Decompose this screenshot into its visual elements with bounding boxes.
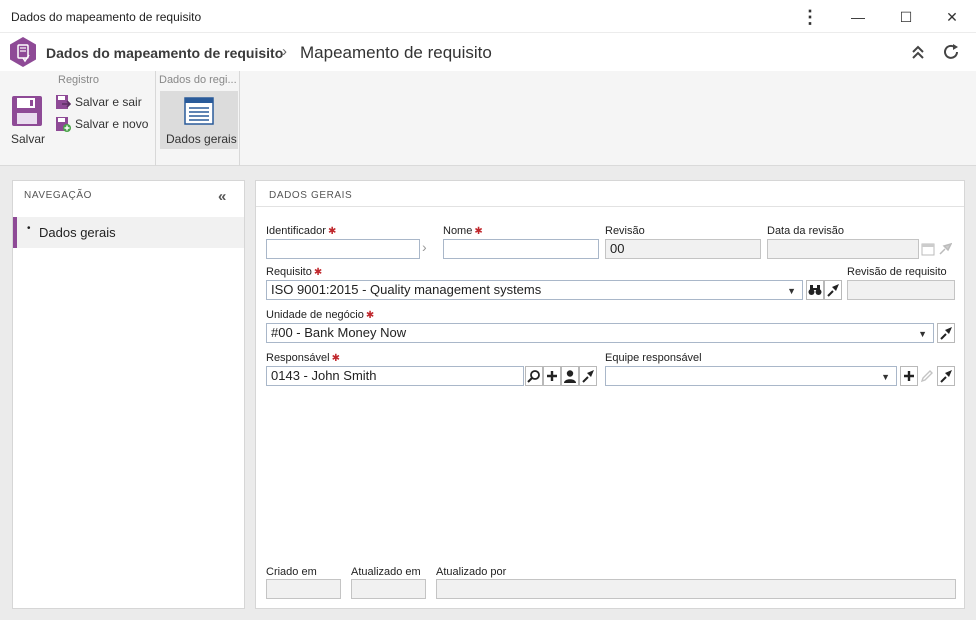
bullet-icon: • <box>27 223 31 234</box>
navigation-panel: NAVEGAÇÃO « • Dados gerais <box>12 180 245 609</box>
save-label: Salvar <box>11 132 46 146</box>
user-icon <box>564 370 576 383</box>
revisao-requisito-label: Revisão de requisito <box>847 266 947 278</box>
equipe-responsavel-select[interactable]: ▼ <box>605 366 897 386</box>
save-and-new-button[interactable]: Salvar e novo <box>54 115 150 133</box>
clear-date-icon <box>938 242 953 259</box>
ribbon-group-registro: Registro <box>58 74 99 86</box>
add-equipe-button[interactable] <box>900 366 918 386</box>
required-icon: ✱ <box>327 226 337 237</box>
window-menu-button[interactable]: ⋮ <box>788 4 832 30</box>
save-new-icon <box>55 116 71 135</box>
general-data-panel: DADOS GERAIS Identificador ✱ › Nome ✱ Revi… <box>255 180 965 609</box>
general-data-label: Dados gerais <box>166 132 237 146</box>
clear-responsavel-button[interactable] <box>579 366 597 386</box>
broom-icon <box>940 370 952 383</box>
data-revisao-label: Data da revisão <box>767 225 845 237</box>
broom-icon <box>582 370 594 383</box>
plus-icon <box>547 371 557 381</box>
panel-divider <box>256 206 964 207</box>
chevron-down-icon: ▼ <box>918 329 927 339</box>
nav-item-general-data[interactable]: • Dados gerais <box>13 217 244 248</box>
responsavel-field[interactable]: 0143 - John Smith <box>266 366 524 386</box>
clear-requisito-button[interactable] <box>824 280 842 300</box>
broom-icon <box>827 284 839 297</box>
app-logo-icon <box>8 36 38 71</box>
next-identifier-icon[interactable]: › <box>422 239 436 259</box>
revisao-label: Revisão <box>605 225 645 237</box>
requisito-value: ISO 9001:2015 - Quality management syste… <box>271 282 542 297</box>
nav-item-label: Dados gerais <box>39 225 116 240</box>
criado-em-field <box>266 579 341 599</box>
save-button[interactable]: Salvar <box>8 95 46 147</box>
window-titlebar: Dados do mapeamento de requisito ⋮ — ☐ ✕ <box>0 0 976 33</box>
atualizado-por-field <box>436 579 956 599</box>
refresh-icon[interactable] <box>942 43 960 64</box>
chevron-down-icon: ▼ <box>881 372 890 382</box>
save-and-new-label: Salvar e novo <box>75 117 149 131</box>
page-title: Mapeamento de requisito <box>300 43 492 62</box>
close-button[interactable]: ✕ <box>930 4 974 30</box>
form-document-icon <box>184 97 214 128</box>
maximize-button[interactable]: ☐ <box>884 4 928 30</box>
floppy-disk-icon <box>11 95 43 130</box>
user-responsavel-button[interactable] <box>561 366 579 386</box>
search-icon <box>527 370 540 383</box>
required-icon: ✱ <box>313 267 323 278</box>
collapse-navigation-icon[interactable]: « <box>218 188 226 205</box>
ribbon-separator <box>155 71 156 166</box>
required-icon: ✱ <box>474 226 483 237</box>
save-and-exit-button[interactable]: Salvar e sair <box>54 93 150 111</box>
atualizado-por-label: Atualizado por <box>436 566 507 578</box>
plus-icon <box>904 371 914 381</box>
ribbon-toolbar: Registro Dados do regi... Salvar Salvar … <box>0 71 976 166</box>
calendar-icon <box>921 242 935 259</box>
edit-equipe-icon <box>920 369 934 386</box>
ribbon-group-dados: Dados do regi... <box>159 74 237 86</box>
responsavel-label: Responsável ✱ <box>266 352 340 364</box>
requisito-label: Requisito ✱ <box>266 266 323 278</box>
identificador-label: Identificador ✱ <box>266 225 337 237</box>
search-responsavel-button[interactable] <box>525 366 543 386</box>
clear-unidade-button[interactable] <box>937 323 955 343</box>
window-title: Dados do mapeamento de requisito <box>11 10 202 24</box>
ribbon-separator <box>239 71 240 166</box>
atualizado-em-field <box>351 579 426 599</box>
save-and-exit-label: Salvar e sair <box>75 95 142 109</box>
criado-em-label: Criado em <box>266 566 317 578</box>
minimize-button[interactable]: — <box>836 4 880 30</box>
binoculars-button[interactable] <box>806 280 824 300</box>
atualizado-em-label: Atualizado em <box>351 566 421 578</box>
unidade-negocio-label: Unidade de negócio ✱ <box>266 309 375 321</box>
page-header: Dados do mapeamento de requisito › Mapea… <box>0 33 976 71</box>
data-revisao-field <box>767 239 919 259</box>
unidade-value: #00 - Bank Money Now <box>271 325 407 340</box>
add-responsavel-button[interactable] <box>543 366 561 386</box>
collapse-header-icon[interactable] <box>911 44 925 63</box>
identificador-field[interactable] <box>266 239 420 259</box>
clear-equipe-button[interactable] <box>937 366 955 386</box>
binoculars-icon <box>808 285 822 295</box>
required-icon: ✱ <box>365 310 375 321</box>
tab-general-data[interactable]: Dados gerais <box>160 91 238 149</box>
navigation-title: NAVEGAÇÃO <box>24 190 93 201</box>
unidade-negocio-select[interactable]: #00 - Bank Money Now ▼ <box>266 323 934 343</box>
nome-field[interactable] <box>443 239 599 259</box>
equipe-responsavel-label: Equipe responsável <box>605 352 702 364</box>
chevron-down-icon: ▼ <box>787 286 796 296</box>
general-data-title: DADOS GERAIS <box>269 190 353 201</box>
revisao-requisito-field <box>847 280 955 300</box>
save-exit-icon <box>55 94 72 113</box>
requisito-select[interactable]: ISO 9001:2015 - Quality management syste… <box>266 280 803 300</box>
breadcrumb-parent[interactable]: Dados do mapeamento de requisito <box>46 45 283 61</box>
nome-label: Nome ✱ <box>443 225 483 237</box>
breadcrumb-separator-icon: › <box>282 43 287 60</box>
required-icon: ✱ <box>331 353 340 364</box>
revisao-field: 00 <box>605 239 761 259</box>
broom-icon <box>940 327 952 340</box>
